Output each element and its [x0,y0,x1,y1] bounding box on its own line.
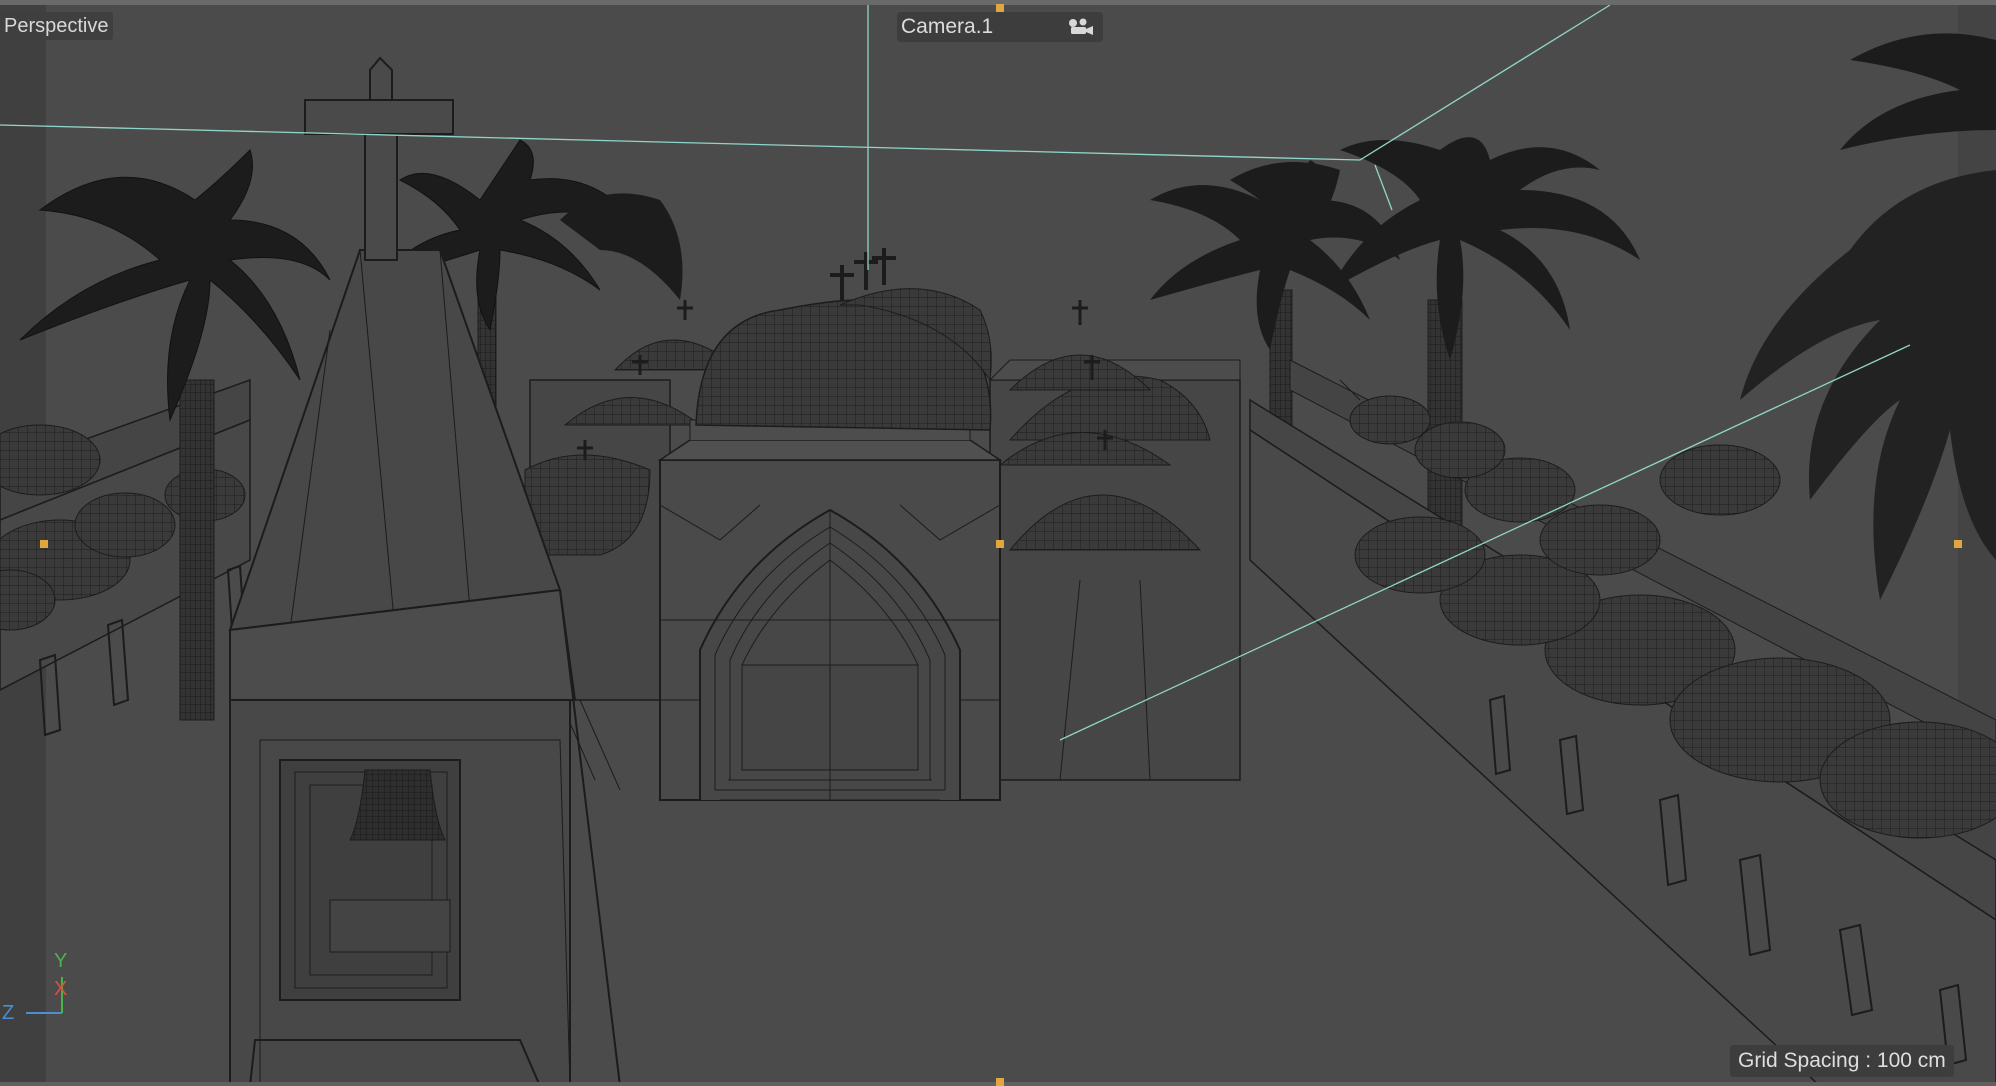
central-church [657,248,1003,801]
perspective-viewport[interactable]: Perspective Camera.1 Grid Spacing : 100 … [0,0,1996,1086]
back-chapel-right [988,300,1241,781]
palm-tree-far-right [1740,33,1996,600]
camera-selector[interactable]: Camera.1 [897,12,1103,42]
frame-handle-center[interactable] [996,540,1004,548]
axis-x-label: X [54,978,68,1000]
frame-handle-right[interactable] [1954,540,1962,548]
camera-name: Camera.1 [901,15,994,38]
axis-y-label: Y [54,950,68,972]
frame-handle-top[interactable] [996,4,1004,12]
camera-options-icon[interactable] [1067,17,1095,37]
frame-handle-bottom[interactable] [996,1078,1004,1086]
frame-handle-left[interactable] [40,540,48,548]
axis-z-label: Z [2,1002,15,1024]
viewport-label[interactable]: Perspective [0,12,113,40]
grid-spacing-info: Grid Spacing : 100 cm [1730,1045,1954,1077]
